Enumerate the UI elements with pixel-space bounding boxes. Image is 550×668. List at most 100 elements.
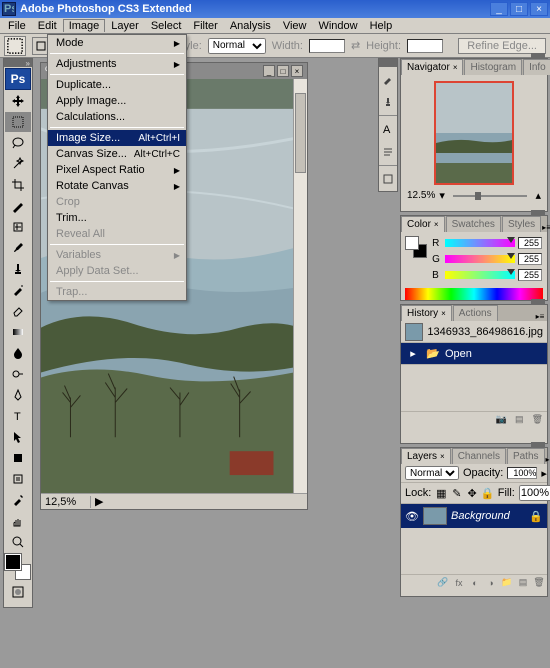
slider-g[interactable] — [445, 255, 515, 263]
value-r[interactable] — [518, 237, 542, 249]
menu-item-rotate-canvas[interactable]: Rotate Canvas▶ — [48, 178, 186, 194]
link-layers-icon[interactable]: 🔗 — [437, 577, 449, 588]
tab-channels[interactable]: Channels — [452, 448, 506, 464]
healing-brush-tool[interactable] — [5, 217, 31, 237]
clone-source-panel-icon[interactable] — [379, 91, 397, 113]
eraser-tool[interactable] — [5, 301, 31, 321]
blend-mode-select[interactable]: Normal — [405, 466, 459, 480]
refine-edge-button[interactable]: Refine Edge... — [458, 38, 546, 54]
height-input[interactable] — [407, 39, 443, 53]
history-brush-tool[interactable] — [5, 280, 31, 300]
layer-group-icon[interactable]: 📁 — [501, 577, 513, 588]
slice-tool[interactable] — [5, 196, 31, 216]
history-item[interactable]: ▸📂Open — [401, 343, 547, 365]
menu-item-adjustments[interactable]: Adjustments▶ — [48, 56, 186, 72]
panel-menu-icon[interactable]: ▸≡ — [546, 455, 550, 464]
type-tool[interactable]: T — [5, 406, 31, 426]
create-snapshot-icon[interactable]: 📷 — [496, 414, 507, 425]
panel-menu-icon[interactable]: ▸≡ — [542, 223, 550, 232]
pen-tool[interactable] — [5, 385, 31, 405]
current-tool-icon[interactable] — [4, 36, 26, 56]
foreground-color-swatch[interactable] — [5, 554, 21, 570]
swap-dims-icon[interactable]: ⇄ — [351, 39, 360, 52]
vertical-scrollbar[interactable] — [293, 79, 307, 493]
menu-file[interactable]: File — [2, 19, 32, 33]
menu-window[interactable]: Window — [312, 19, 363, 33]
fill-input[interactable] — [519, 485, 550, 501]
crop-tool[interactable] — [5, 175, 31, 195]
color-panel-swatches[interactable] — [405, 236, 427, 258]
tab-history[interactable]: History× — [401, 305, 452, 321]
lock-position-icon[interactable]: ✥ — [467, 487, 478, 499]
clone-stamp-tool[interactable] — [5, 259, 31, 279]
marquee-tool[interactable] — [5, 112, 31, 132]
layer-mask-icon[interactable]: ◐ — [469, 578, 481, 588]
lock-transparency-icon[interactable]: ▦ — [435, 487, 447, 499]
zoom-level[interactable]: 12,5% — [41, 496, 91, 508]
tab-histogram[interactable]: Histogram — [464, 59, 522, 75]
tab-swatches[interactable]: Swatches — [446, 216, 501, 232]
width-input[interactable] — [309, 39, 345, 53]
delete-layer-icon[interactable]: 🗑 — [533, 577, 545, 588]
menu-image[interactable]: Image — [63, 19, 106, 32]
slider-b[interactable] — [445, 271, 515, 279]
lock-all-icon[interactable]: 🔒 — [482, 487, 494, 499]
layer-comps-panel-icon[interactable] — [379, 168, 397, 190]
menu-layer[interactable]: Layer — [105, 19, 145, 33]
new-document-icon[interactable]: ▤ — [515, 414, 524, 425]
color-ramp[interactable] — [405, 288, 543, 300]
move-tool[interactable] — [5, 91, 31, 111]
delete-state-icon[interactable]: 🗑 — [532, 414, 543, 425]
tab-paths[interactable]: Paths — [507, 448, 545, 464]
zoom-in-icon[interactable]: ▴ — [535, 189, 541, 202]
tab-color[interactable]: Color× — [401, 216, 445, 232]
brush-tool[interactable] — [5, 238, 31, 258]
doc-maximize-button[interactable]: □ — [277, 65, 289, 77]
layer-thumbnail[interactable] — [423, 507, 447, 525]
lasso-tool[interactable] — [5, 133, 31, 153]
slider-r[interactable] — [445, 239, 515, 247]
menu-item-canvas-size---[interactable]: Canvas Size...Alt+Ctrl+C — [48, 146, 186, 162]
value-b[interactable] — [518, 269, 542, 281]
shape-tool[interactable] — [5, 448, 31, 468]
window-maximize-button[interactable]: □ — [510, 2, 528, 16]
notes-tool[interactable] — [5, 469, 31, 489]
zoom-slider[interactable] — [453, 195, 528, 197]
window-close-button[interactable]: × — [530, 2, 548, 16]
menu-filter[interactable]: Filter — [187, 19, 223, 33]
doc-close-button[interactable]: × — [291, 65, 303, 77]
character-panel-icon[interactable]: A — [379, 118, 397, 140]
style-select[interactable]: Normal — [208, 38, 266, 54]
menu-item-image-size---[interactable]: Image Size...Alt+Ctrl+I — [48, 130, 186, 146]
window-minimize-button[interactable]: _ — [490, 2, 508, 16]
doc-minimize-button[interactable]: _ — [263, 65, 275, 77]
magic-wand-tool[interactable] — [5, 154, 31, 174]
paragraph-panel-icon[interactable] — [379, 141, 397, 163]
menu-analysis[interactable]: Analysis — [224, 19, 277, 33]
color-swatches[interactable] — [5, 554, 31, 580]
menu-view[interactable]: View — [277, 19, 313, 33]
menu-item-duplicate---[interactable]: Duplicate... — [48, 77, 186, 93]
menu-item-calculations---[interactable]: Calculations... — [48, 109, 186, 125]
new-layer-icon[interactable]: ▤ — [517, 577, 529, 588]
status-arrow-icon[interactable]: ▶ — [91, 495, 107, 508]
layer-visibility-icon[interactable]: 👁 — [405, 509, 419, 523]
quick-mask-button[interactable] — [5, 582, 31, 602]
menu-item-mode[interactable]: Mode▶ — [48, 35, 186, 51]
brushes-panel-icon[interactable] — [379, 68, 397, 90]
tab-actions[interactable]: Actions — [453, 305, 498, 321]
blur-tool[interactable] — [5, 343, 31, 363]
menu-item-apply-image---[interactable]: Apply Image... — [48, 93, 186, 109]
path-selection-tool[interactable] — [5, 427, 31, 447]
side-dock-grip[interactable] — [379, 59, 397, 67]
toolbox-grip[interactable]: » — [4, 59, 32, 67]
menu-item-pixel-aspect-ratio[interactable]: Pixel Aspect Ratio▶ — [48, 162, 186, 178]
menu-help[interactable]: Help — [364, 19, 399, 33]
adjustment-layer-icon[interactable]: ◑ — [485, 578, 497, 588]
tab-layers[interactable]: Layers× — [401, 448, 451, 464]
menu-select[interactable]: Select — [145, 19, 188, 33]
zoom-tool[interactable] — [5, 532, 31, 552]
menu-item-trim---[interactable]: Trim... — [48, 210, 186, 226]
history-root-item[interactable]: 1346933_86498616.jpg — [401, 321, 547, 343]
navigator-thumbnail[interactable] — [434, 81, 514, 185]
